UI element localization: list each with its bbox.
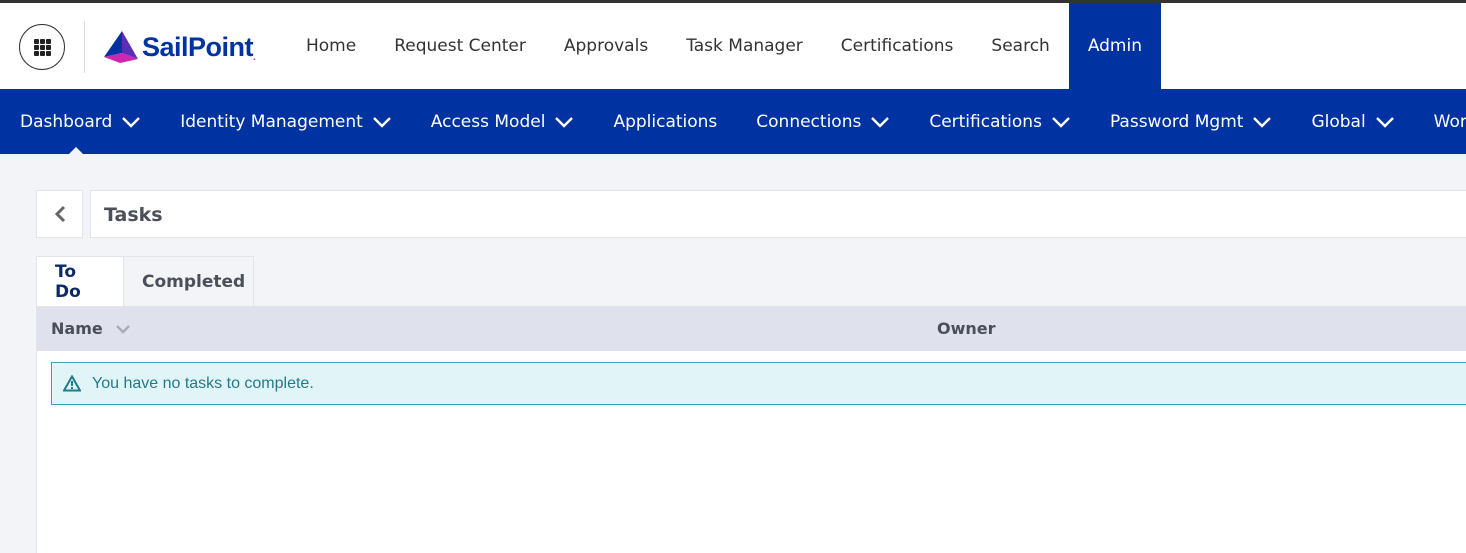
- subnav-certifications[interactable]: Certifications: [909, 89, 1090, 154]
- subnav-connections[interactable]: Connections: [736, 89, 909, 154]
- warning-triangle-icon: [63, 375, 81, 392]
- subnav-access-model[interactable]: Access Model: [411, 89, 594, 154]
- top-nav-task-manager[interactable]: Task Manager: [667, 3, 822, 89]
- subnav-global-label: Global: [1311, 111, 1366, 132]
- subnav-certifications-label: Certifications: [929, 111, 1042, 132]
- subnav-global[interactable]: Global: [1291, 89, 1413, 154]
- page-title: Tasks: [104, 204, 163, 226]
- active-menu-caret: [68, 147, 84, 155]
- top-nav: Home Request Center Approvals Task Manag…: [287, 3, 1161, 89]
- chevron-down-icon: [372, 116, 391, 128]
- top-nav-home[interactable]: Home: [287, 3, 375, 89]
- subnav-items: Dashboard Identity Management Access Mod…: [0, 89, 1466, 154]
- grid-icon: [34, 39, 51, 56]
- logo-wordmark: SailPoint.: [142, 31, 256, 63]
- chevron-down-icon: [555, 116, 574, 128]
- sail-icon: [104, 31, 138, 63]
- app-menu-button[interactable]: [19, 24, 65, 70]
- tab-to-do[interactable]: To Do: [36, 256, 124, 307]
- header-divider: [84, 21, 85, 73]
- table-header: Name Owner: [37, 307, 1466, 351]
- subnav-password-mgmt-label: Password Mgmt: [1109, 111, 1244, 132]
- column-header-name-label: Name: [51, 319, 103, 338]
- page-header: Tasks: [90, 190, 1466, 238]
- column-header-owner: Owner: [937, 319, 996, 338]
- subnav-dashboard-label: Dashboard: [20, 111, 113, 132]
- subnav-connections-label: Connections: [756, 111, 862, 132]
- subnav-applications[interactable]: Applications: [593, 89, 736, 154]
- task-tabs: To Do Completed: [36, 256, 254, 307]
- chevron-down-icon: [122, 116, 141, 128]
- tasks-table: Name Owner You have no tasks to complete…: [36, 306, 1466, 553]
- empty-state-message: You have no tasks to complete.: [92, 374, 314, 392]
- top-nav-admin[interactable]: Admin: [1068, 3, 1161, 89]
- chevron-down-icon: [871, 116, 890, 128]
- admin-subnav: Dashboard Identity Management Access Mod…: [0, 89, 1466, 154]
- chevron-down-icon: [1253, 116, 1272, 128]
- back-button[interactable]: [36, 190, 83, 238]
- chevron-down-icon: [1375, 116, 1394, 128]
- subnav-identity-management[interactable]: Identity Management: [160, 89, 411, 154]
- tab-completed[interactable]: Completed: [124, 256, 254, 307]
- sort-chevron-icon: [115, 324, 130, 334]
- subnav-applications-label: Applications: [613, 111, 718, 132]
- subnav-identity-management-label: Identity Management: [180, 111, 363, 132]
- top-header: SailPoint. Home Request Center Approvals…: [0, 3, 1466, 89]
- subnav-access-model-label: Access Model: [430, 111, 546, 132]
- subnav-dashboard[interactable]: Dashboard: [0, 89, 160, 154]
- top-nav-certifications[interactable]: Certifications: [822, 3, 973, 89]
- chevron-left-icon: [54, 205, 65, 223]
- chevron-down-icon: [1052, 116, 1070, 128]
- subnav-password-mgmt[interactable]: Password Mgmt: [1090, 89, 1292, 154]
- subnav-workflows-label: Workflows: [1433, 111, 1466, 132]
- sailpoint-logo[interactable]: SailPoint.: [102, 27, 256, 67]
- subnav-workflows[interactable]: Workflows: [1414, 89, 1466, 154]
- top-nav-request-center[interactable]: Request Center: [375, 3, 545, 89]
- empty-state-alert: You have no tasks to complete.: [51, 362, 1466, 405]
- top-nav-search[interactable]: Search: [972, 3, 1068, 89]
- top-nav-approvals[interactable]: Approvals: [545, 3, 667, 89]
- column-header-name[interactable]: Name: [51, 319, 131, 338]
